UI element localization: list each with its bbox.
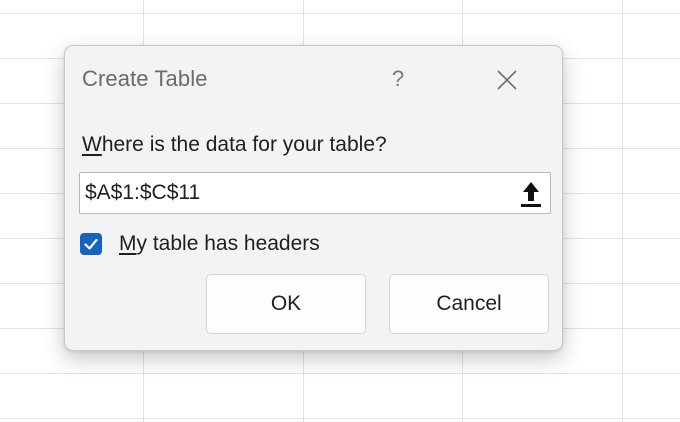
headers-mnemonic: M — [119, 232, 137, 255]
checkmark-icon — [84, 238, 98, 250]
headers-checkbox-label[interactable]: My table has headers — [119, 232, 320, 256]
cancel-button[interactable]: Cancel — [389, 274, 549, 334]
grid-row-line — [0, 373, 680, 374]
prompt-text: here is the data for your table? — [101, 133, 387, 156]
close-icon — [497, 70, 517, 90]
prompt-mnemonic: W — [82, 133, 102, 156]
close-button[interactable] — [491, 64, 523, 96]
range-input[interactable]: $A$1:$C$11 — [79, 172, 551, 214]
collapse-dialog-arrow-icon — [521, 182, 541, 207]
dialog-title-bar[interactable]: Create Table ? — [65, 46, 562, 112]
dialog-title: Create Table — [82, 66, 208, 91]
headers-checkbox[interactable] — [80, 233, 102, 255]
ok-button[interactable]: OK — [206, 274, 366, 334]
collapse-dialog-button[interactable] — [513, 175, 549, 211]
grid-row-line — [0, 13, 680, 14]
headers-label-text: y table has headers — [136, 232, 320, 255]
create-table-dialog: Create Table ? Where is the data for you… — [64, 45, 563, 351]
headers-checkbox-row[interactable]: My table has headers — [80, 231, 320, 257]
grid-row-line — [0, 418, 680, 419]
help-button[interactable]: ? — [383, 64, 413, 94]
grid-column-line — [622, 0, 623, 422]
range-prompt-label: Where is the data for your table? — [82, 133, 387, 157]
range-value: $A$1:$C$11 — [85, 181, 201, 204]
